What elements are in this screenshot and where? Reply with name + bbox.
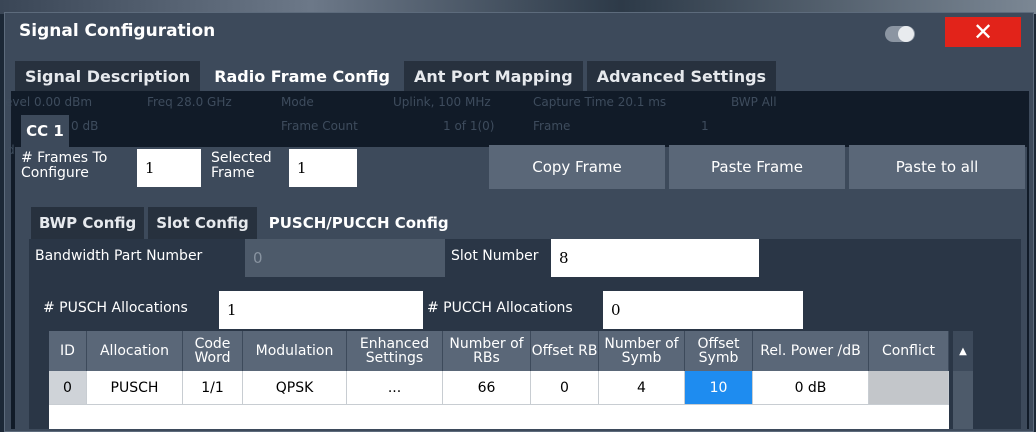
tab-cc-1[interactable]: CC 1: [21, 115, 69, 147]
bg-capture: Capture Time 20.1 ms: [533, 95, 667, 109]
bwp-number-label: Bandwidth Part Number: [35, 248, 203, 264]
selected-frame-input[interactable]: 1: [289, 149, 357, 187]
cell-rel-power[interactable]: 0 dB: [753, 371, 869, 405]
col-offset-symb[interactable]: Offset Symb: [685, 331, 753, 371]
cell-modulation[interactable]: QPSK: [243, 371, 347, 405]
allocation-table-header: ID Allocation Code Word Modulation Enhan…: [49, 331, 949, 371]
col-offset-rb[interactable]: Offset RB: [531, 331, 599, 371]
frames-to-configure-input[interactable]: 1: [137, 149, 201, 187]
bg-mode: Mode: [281, 95, 314, 109]
cc-panel: # Frames To Configure 1 Selected Frame 1…: [15, 145, 1027, 429]
cell-offset-rb[interactable]: 0: [531, 371, 599, 405]
cell-id[interactable]: 0: [49, 371, 87, 405]
selected-frame-label: Selected Frame: [211, 150, 272, 181]
tab-advanced-settings[interactable]: Advanced Settings: [586, 61, 777, 91]
tab-ant-port-mapping[interactable]: Ant Port Mapping: [403, 61, 583, 91]
close-icon: ✕: [972, 18, 994, 46]
pusch-allocations-label: # PUSCH Allocations: [43, 300, 188, 316]
title-bar: Signal Configuration ✕: [5, 13, 1033, 49]
pucch-allocations-label: # PUCCH Allocations: [427, 300, 573, 316]
bg-frame: Frame: [533, 119, 571, 133]
pusch-pucch-panel: Bandwidth Part Number 0 Slot Number 8 # …: [29, 239, 1021, 429]
bg-offset: 0 dB: [71, 119, 99, 133]
table-empty-area: [49, 405, 949, 429]
cell-conflict[interactable]: [869, 371, 949, 405]
cell-code-word[interactable]: 1/1: [183, 371, 243, 405]
scroll-up-icon[interactable]: ▲: [953, 331, 973, 371]
table-row[interactable]: 0 PUSCH 1/1 QPSK ... 66 0 4 10 0 dB: [49, 371, 949, 405]
sub-tabs: BWP Config Slot Config PUSCH/PUCCH Confi…: [31, 207, 461, 239]
scrollbar-track[interactable]: [953, 371, 973, 429]
cell-enhanced-settings[interactable]: ...: [347, 371, 443, 405]
dialog-title: Signal Configuration: [19, 21, 216, 41]
cell-allocation[interactable]: PUSCH: [87, 371, 183, 405]
cell-offset-symb[interactable]: 10: [685, 371, 753, 405]
bg-frame-count: Frame Count: [281, 119, 358, 133]
close-button[interactable]: ✕: [945, 17, 1021, 47]
tab-slot-config[interactable]: Slot Config: [148, 207, 257, 239]
bwp-number-input[interactable]: 0: [245, 239, 445, 277]
bg-frame-count-val: 1 of 1(0): [443, 119, 495, 133]
toggle-icon[interactable]: [885, 26, 915, 42]
paste-frame-button[interactable]: Paste Frame: [669, 145, 845, 189]
cell-number-of-rbs[interactable]: 66: [443, 371, 531, 405]
signal-configuration-dialog: Signal Configuration ✕ Signal Descriptio…: [4, 12, 1034, 432]
slot-number-label: Slot Number: [451, 248, 539, 264]
cell-number-of-symb[interactable]: 4: [599, 371, 685, 405]
col-code-word[interactable]: Code Word: [183, 331, 243, 371]
col-number-of-symb[interactable]: Number of Symb: [599, 331, 685, 371]
col-allocation[interactable]: Allocation: [87, 331, 183, 371]
pusch-allocations-input[interactable]: 1: [219, 291, 423, 329]
tab-radio-frame-config[interactable]: Radio Frame Config: [204, 61, 400, 91]
col-number-of-rbs[interactable]: Number of RBs: [443, 331, 531, 371]
paste-to-all-button[interactable]: Paste to all: [849, 145, 1025, 189]
toggle-knob: [898, 26, 914, 42]
tab-bwp-config[interactable]: BWP Config: [31, 207, 145, 239]
col-conflict[interactable]: Conflict: [869, 331, 949, 371]
col-rel-power[interactable]: Rel. Power /dB: [753, 331, 869, 371]
bg-freq: Freq 28.0 GHz: [147, 95, 232, 109]
frames-to-configure-label: # Frames To Configure: [21, 150, 108, 181]
col-modulation[interactable]: Modulation: [243, 331, 347, 371]
tab-signal-description[interactable]: Signal Description: [15, 61, 201, 91]
col-id[interactable]: ID: [49, 331, 87, 371]
bg-level: evel 0.00 dBm: [5, 95, 93, 109]
pucch-allocations-input[interactable]: 0: [603, 291, 803, 329]
slot-number-input[interactable]: 8: [551, 239, 759, 277]
bg-frame-val: 1: [701, 119, 709, 133]
col-enhanced-settings[interactable]: Enhanced Settings: [347, 331, 443, 371]
bg-bwp: BWP All: [731, 95, 777, 109]
copy-frame-button[interactable]: Copy Frame: [489, 145, 665, 189]
tab-content: evel 0.00 dBm Freq 28.0 GHz Mode Uplink,…: [5, 91, 1029, 429]
top-tabs: Signal Description Radio Frame Config An…: [15, 61, 780, 91]
bg-mode-val: Uplink, 100 MHz: [393, 95, 491, 109]
tab-pusch-pucch-config[interactable]: PUSCH/PUCCH Config: [260, 207, 457, 239]
